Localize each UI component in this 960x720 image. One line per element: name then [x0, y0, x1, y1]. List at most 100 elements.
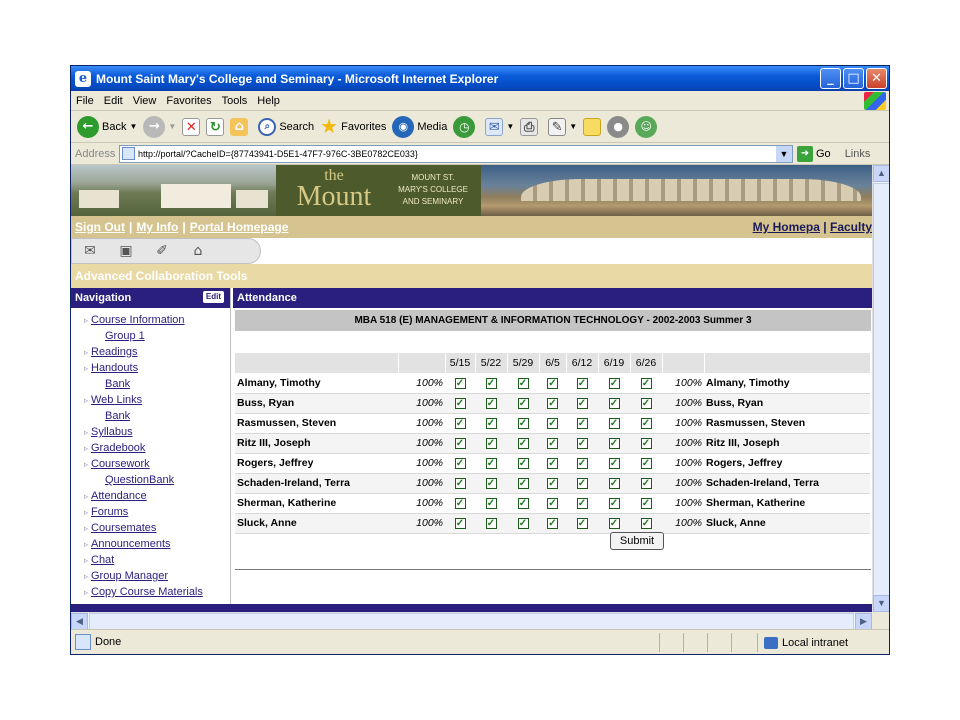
attendance-checkbox[interactable]: ✓	[517, 458, 529, 469]
scroll-up-icon[interactable]: ▲	[873, 165, 889, 182]
menu-tools[interactable]: Tools	[222, 95, 248, 107]
menu-edit[interactable]: Edit	[104, 95, 123, 107]
attendance-checkbox[interactable]: ✓	[608, 418, 620, 429]
calendar-tab-icon[interactable]: ▣	[108, 243, 144, 259]
attendance-checkbox[interactable]: ✓	[454, 498, 466, 509]
attendance-checkbox[interactable]: ✓	[576, 398, 588, 409]
close-button[interactable]: ✕	[866, 68, 887, 89]
navigation-edit-button[interactable]: Edit	[202, 291, 224, 303]
nav-item-readings[interactable]: ▹ Readings	[71, 344, 230, 360]
scroll-thumb-horizontal[interactable]	[89, 613, 854, 630]
attendance-checkbox[interactable]: ✓	[547, 418, 558, 429]
attendance-checkbox[interactable]: ✓	[454, 518, 466, 529]
messenger-button[interactable]: ☺	[635, 115, 658, 138]
title-bar[interactable]: e Mount Saint Mary's College and Seminar…	[71, 66, 889, 91]
tools-tab-icon[interactable]: ✐	[144, 243, 180, 259]
nav-item-gradebook[interactable]: ▹ Gradebook	[71, 440, 230, 456]
search-button[interactable]: ⌕ Search	[258, 117, 314, 136]
scroll-thumb[interactable]	[873, 183, 889, 596]
attendance-checkbox[interactable]: ✓	[576, 518, 588, 529]
menu-view[interactable]: View	[133, 95, 157, 107]
folder-button[interactable]	[583, 117, 602, 136]
attendance-checkbox[interactable]: ✓	[576, 498, 588, 509]
attendance-checkbox[interactable]: ✓	[547, 398, 558, 409]
nav-item-course-information[interactable]: ▹ Course Information	[71, 312, 230, 328]
nav-item-web-links[interactable]: ▹ Web Links	[71, 392, 230, 408]
menu-help[interactable]: Help	[257, 95, 280, 107]
attendance-checkbox[interactable]: ✓	[454, 458, 466, 469]
attendance-checkbox[interactable]: ✓	[485, 518, 497, 529]
attendance-checkbox[interactable]: ✓	[485, 478, 497, 489]
nav-item-coursemates[interactable]: ▹ Coursemates	[71, 520, 230, 536]
attendance-checkbox[interactable]: ✓	[517, 438, 529, 449]
horizontal-scrollbar[interactable]: ◀ ▶	[71, 612, 872, 630]
attendance-checkbox[interactable]: ✓	[640, 478, 652, 489]
attendance-checkbox[interactable]: ✓	[640, 398, 652, 409]
attendance-checkbox[interactable]: ✓	[608, 458, 620, 469]
attendance-checkbox[interactable]: ✓	[640, 377, 652, 389]
attendance-checkbox[interactable]: ✓	[547, 377, 558, 389]
nav-item-web-links-bank[interactable]: Bank	[71, 408, 230, 424]
attendance-checkbox[interactable]: ✓	[454, 438, 466, 449]
mail-dropdown-icon[interactable]: ▼	[506, 122, 514, 131]
attendance-checkbox[interactable]: ✓	[608, 498, 620, 509]
back-dropdown-icon[interactable]: ▼	[129, 122, 137, 131]
attendance-checkbox[interactable]: ✓	[547, 498, 558, 509]
attendance-checkbox[interactable]: ✓	[547, 478, 558, 489]
nav-item-handouts[interactable]: ▹ Handouts	[71, 360, 230, 376]
home-button[interactable]: ⌂	[230, 117, 249, 136]
attendance-checkbox[interactable]: ✓	[547, 458, 558, 469]
attendance-checkbox[interactable]: ✓	[485, 377, 497, 389]
mail-button[interactable]: ✉ ▼	[485, 117, 514, 136]
discuss-button[interactable]: ●	[607, 115, 630, 138]
nav-item-announcements[interactable]: ▹ Announcements	[71, 536, 230, 552]
nav-item-attendance[interactable]: ▹ Attendance	[71, 488, 230, 504]
nav-item-copy-course-materials[interactable]: ▹ Copy Course Materials	[71, 584, 230, 600]
nav-item-forums[interactable]: ▹ Forums	[71, 504, 230, 520]
attendance-checkbox[interactable]: ✓	[517, 418, 529, 429]
forward-dropdown-icon[interactable]: ▼	[168, 122, 176, 131]
attendance-checkbox[interactable]: ✓	[454, 377, 466, 389]
attendance-checkbox[interactable]: ✓	[454, 478, 466, 489]
attendance-checkbox[interactable]: ✓	[640, 518, 652, 529]
nav-item-syllabus[interactable]: ▹ Syllabus	[71, 424, 230, 440]
attendance-checkbox[interactable]: ✓	[485, 458, 497, 469]
vertical-scrollbar[interactable]: ▲ ▼	[872, 165, 889, 612]
menu-file[interactable]: File	[76, 95, 94, 107]
sign-out-link[interactable]: Sign Out	[75, 220, 125, 234]
links-button[interactable]: Links	[845, 148, 871, 160]
nav-item-handouts-bank[interactable]: Bank	[71, 376, 230, 392]
attendance-checkbox[interactable]: ✓	[485, 398, 497, 409]
attendance-checkbox[interactable]: ✓	[576, 418, 588, 429]
mail-tab-icon[interactable]: ✉	[72, 243, 108, 259]
nav-item-questionbank[interactable]: QuestionBank	[71, 472, 230, 488]
forward-button[interactable]: → ▼	[143, 115, 176, 138]
scroll-right-icon[interactable]: ▶	[855, 613, 872, 630]
attendance-checkbox[interactable]: ✓	[576, 478, 588, 489]
menu-favorites[interactable]: Favorites	[166, 95, 211, 107]
groups-tab-icon[interactable]: ⌂	[180, 243, 216, 259]
attendance-checkbox[interactable]: ✓	[608, 377, 620, 389]
attendance-checkbox[interactable]: ✓	[517, 498, 529, 509]
attendance-checkbox[interactable]: ✓	[608, 438, 620, 449]
maximize-button[interactable]: □	[843, 68, 864, 89]
portal-homepage-link[interactable]: Portal Homepage	[190, 220, 289, 234]
attendance-checkbox[interactable]: ✓	[576, 377, 588, 389]
attendance-checkbox[interactable]: ✓	[640, 498, 652, 509]
minimize-button[interactable]: _	[820, 68, 841, 89]
refresh-button[interactable]: ↻	[206, 117, 225, 136]
faculty-link[interactable]: Faculty	[830, 220, 872, 234]
attendance-checkbox[interactable]: ✓	[640, 418, 652, 429]
attendance-checkbox[interactable]: ✓	[517, 478, 529, 489]
attendance-checkbox[interactable]: ✓	[547, 438, 558, 449]
edit-page-button[interactable]: ✎ ▼	[548, 117, 577, 136]
back-button[interactable]: ← Back ▼	[77, 115, 137, 138]
attendance-checkbox[interactable]: ✓	[547, 518, 558, 529]
my-homepage-link[interactable]: My Homepa	[753, 220, 820, 234]
attendance-checkbox[interactable]: ✓	[517, 377, 529, 389]
submit-button[interactable]: Submit	[610, 532, 664, 550]
attendance-checkbox[interactable]: ✓	[485, 498, 497, 509]
go-button[interactable]: ➜ Go	[797, 145, 831, 162]
attendance-checkbox[interactable]: ✓	[576, 458, 588, 469]
address-input[interactable]: http://portal/?CacheID={87743941-D5E1-47…	[119, 144, 793, 163]
